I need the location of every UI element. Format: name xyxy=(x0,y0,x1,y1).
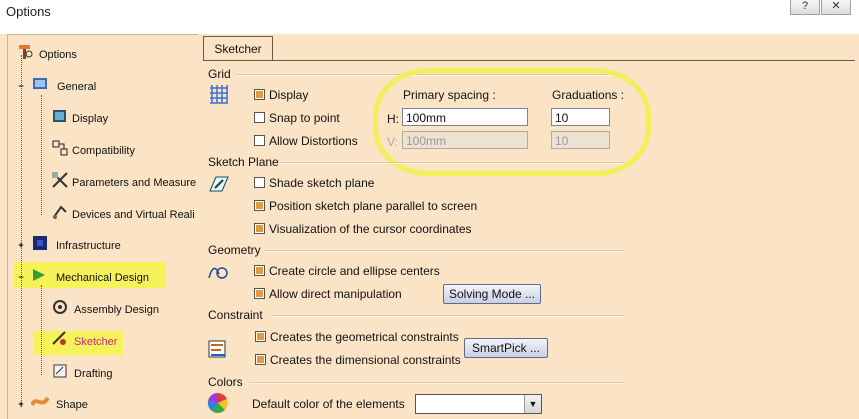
default-color-dropdown[interactable]: ▼ xyxy=(415,394,542,414)
frame-strip xyxy=(0,24,859,34)
tree-item-mechanical[interactable]: Mechanical Design xyxy=(56,272,149,284)
expander-shape[interactable]: + xyxy=(17,400,25,409)
separator xyxy=(250,382,625,384)
dimensional-constraints-checkbox[interactable] xyxy=(255,354,266,365)
tree-connector xyxy=(21,55,22,407)
distortions-label: Allow Distortions xyxy=(269,134,358,148)
section-grid-title: Grid xyxy=(208,67,231,81)
tree-item-infrastructure[interactable]: Infrastructure xyxy=(56,240,121,252)
tab-divider xyxy=(203,60,855,61)
tree-item-compatibility[interactable]: Compatibility xyxy=(72,145,135,157)
shape-icon xyxy=(31,396,49,406)
shade-checkbox[interactable] xyxy=(254,177,265,188)
display-icon xyxy=(53,110,66,122)
tree-item-parameters[interactable]: Parameters and Measure xyxy=(72,177,196,189)
grid-icon xyxy=(210,85,228,104)
distortions-checkbox[interactable] xyxy=(254,135,265,146)
direct-label: Allow direct manipulation xyxy=(269,287,402,301)
color-wheel-icon xyxy=(207,392,228,413)
visualization-checkbox[interactable] xyxy=(254,223,265,234)
constraint-icon xyxy=(208,340,226,358)
tree-item-shape[interactable]: Shape xyxy=(56,399,88,411)
section-colors-title: Colors xyxy=(208,375,243,389)
separator xyxy=(270,315,625,317)
solving-mode-button[interactable]: Solving Mode ... xyxy=(443,284,541,304)
tab-sketcher[interactable]: Sketcher xyxy=(203,36,273,61)
shade-label: Shade sketch plane xyxy=(269,176,375,190)
infrastructure-icon xyxy=(33,236,47,250)
expander-general[interactable]: − xyxy=(17,82,25,91)
options-icon xyxy=(19,45,33,59)
highlight-annotation xyxy=(373,68,651,176)
position-checkbox[interactable] xyxy=(254,200,265,211)
snap-checkbox[interactable] xyxy=(254,112,265,123)
tree-item-general[interactable]: General xyxy=(57,81,96,93)
display-checkbox[interactable] xyxy=(254,89,265,100)
separator xyxy=(264,250,625,252)
tree-connector xyxy=(41,95,42,215)
position-label: Position sketch plane parallel to screen xyxy=(269,199,478,213)
mechanical-icon xyxy=(33,269,45,281)
assembly-icon xyxy=(53,300,67,314)
tree-item-devices[interactable]: Devices and Virtual Reali xyxy=(72,209,195,221)
tree-item-display[interactable]: Display xyxy=(72,113,108,125)
geometric-constraints-checkbox[interactable] xyxy=(255,331,266,342)
separator xyxy=(280,162,625,164)
expander-mechanical[interactable]: − xyxy=(17,273,25,282)
devices-icon xyxy=(53,205,67,219)
drafting-icon xyxy=(53,364,67,378)
centers-checkbox[interactable] xyxy=(254,265,265,276)
tree-item-drafting[interactable]: Drafting xyxy=(74,368,113,380)
tree-item-sketcher[interactable]: Sketcher xyxy=(74,336,117,348)
general-icon xyxy=(33,78,47,89)
section-plane-title: Sketch Plane xyxy=(208,155,279,169)
tree-item-options[interactable]: Options xyxy=(39,49,77,61)
sketcher-icon xyxy=(52,331,66,345)
dimensional-constraints-label: Creates the dimensional constraints xyxy=(270,353,461,367)
help-button[interactable]: ? xyxy=(790,0,820,15)
snap-label: Snap to point xyxy=(269,111,340,125)
section-geometry-title: Geometry xyxy=(208,243,261,257)
direct-checkbox[interactable] xyxy=(254,288,265,299)
tree-connector xyxy=(41,285,42,375)
options-tree: Options − General Display Compatibility … xyxy=(7,34,199,419)
visualization-label: Visualization of the cursor coordinates xyxy=(269,222,472,236)
chevron-down-icon[interactable]: ▼ xyxy=(524,395,541,413)
sketch-plane-icon xyxy=(209,176,229,192)
section-constraint-title: Constraint xyxy=(208,308,263,322)
centers-label: Create circle and ellipse centers xyxy=(269,264,440,278)
title-bar: Options ? ✕ xyxy=(0,0,859,24)
geometry-icon xyxy=(208,267,228,279)
parameters-icon xyxy=(52,172,68,188)
display-label: Display xyxy=(269,88,309,102)
close-button[interactable]: ✕ xyxy=(821,0,851,15)
window-title: Options xyxy=(6,4,51,19)
geometric-constraints-label: Creates the geometrical constraints xyxy=(270,330,459,344)
default-color-label: Default color of the elements xyxy=(252,397,405,411)
compatibility-icon xyxy=(52,140,68,156)
smartpick-button[interactable]: SmartPick ... xyxy=(464,338,548,358)
expander-infrastructure[interactable]: + xyxy=(17,241,25,250)
tree-item-assembly[interactable]: Assembly Design xyxy=(74,304,159,316)
